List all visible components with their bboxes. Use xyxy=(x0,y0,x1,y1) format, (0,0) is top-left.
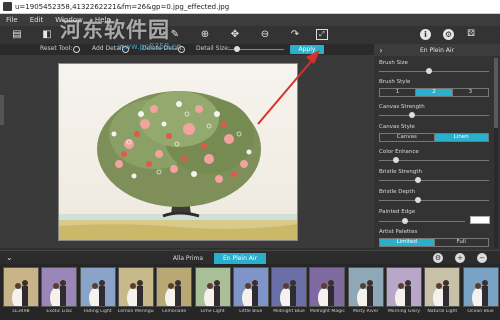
canvas-strength-knob[interactable] xyxy=(409,112,415,118)
canvas-style-option-linen[interactable]: Linen xyxy=(434,134,488,141)
preset-sample-image xyxy=(42,268,77,306)
preset-name: Fading Light xyxy=(83,309,112,314)
remove-preset-icon[interactable]: − xyxy=(477,253,487,263)
preset-name: Little Blue xyxy=(239,309,263,314)
preset-preview-image xyxy=(462,267,499,307)
painted-edge-label: Painted Edge xyxy=(379,209,416,215)
watermark-url: www.pc0359.cn xyxy=(118,42,182,51)
preset-preview-image xyxy=(194,267,231,307)
preset-preview-image xyxy=(117,267,154,307)
brush-style-selector: 1 2 3 xyxy=(379,88,489,97)
preset-sample-image xyxy=(272,268,307,306)
bristle-depth-label: Bristle Depth xyxy=(379,189,415,195)
tab-alla-prima[interactable]: Alla Prima xyxy=(168,253,208,264)
preset-sample-image xyxy=(348,268,383,306)
bristle-strength-slider[interactable] xyxy=(379,180,489,181)
preset-preview-image xyxy=(41,267,78,307)
canvas-strength-label: Canvas Strength xyxy=(379,104,425,110)
preset-settings-icon[interactable]: ⚙ xyxy=(433,253,443,263)
preset-thumbnail[interactable]: Ocean Blue xyxy=(462,267,500,319)
panel-collapse-icon[interactable]: › xyxy=(374,46,388,55)
painted-edge-slider[interactable] xyxy=(379,221,465,222)
preset-sample-image xyxy=(463,268,498,306)
canvas-style-option-canvas[interactable]: Canvas xyxy=(380,134,435,141)
preset-sample-image xyxy=(387,268,421,306)
preset-tabs-bar: ⌄ Alla Prima En Plein Air ⚙ + − xyxy=(0,250,500,264)
preset-sample-image xyxy=(4,268,38,306)
preset-preview-image xyxy=(156,267,193,307)
artist-palettes-label: Artist Palettes xyxy=(379,229,418,235)
panel-scroll-thumb[interactable] xyxy=(494,58,498,128)
panel-title: En Plein Air xyxy=(419,46,455,54)
brush-style-option-3[interactable]: 3 xyxy=(453,89,488,96)
panel-header: › En Plein Air xyxy=(374,44,500,56)
preset-sample-image xyxy=(195,268,230,306)
preset-sample-image xyxy=(233,268,268,306)
tab-en-plein-air[interactable]: En Plein Air xyxy=(214,253,266,264)
settings-panel: › En Plein Air Brush Size Brush Style 1 … xyxy=(374,44,500,250)
panel-scrollbar[interactable] xyxy=(494,58,498,248)
preset-name: Morning Glory xyxy=(387,309,421,314)
painted-edge-color-swatch[interactable] xyxy=(470,216,490,224)
preset-name: Lemon Meringue xyxy=(117,309,154,314)
brush-size-knob[interactable] xyxy=(425,68,432,74)
preset-thumbnail-strip: LE3498 Exotic Lilac Fading Light Lemon Meri… xyxy=(0,264,500,320)
artist-palettes-option-full[interactable]: Full xyxy=(435,239,489,246)
preset-preview-image xyxy=(271,267,308,307)
preset-preview-image xyxy=(232,267,269,307)
canvas-style-selector: Canvas Linen xyxy=(379,133,489,142)
brush-style-label: Brush Style xyxy=(379,79,411,85)
preset-sample-image xyxy=(157,268,192,306)
preset-name: Midnight Magic xyxy=(309,309,345,314)
brush-style-option-1[interactable]: 1 xyxy=(380,89,417,96)
bristle-depth-knob[interactable] xyxy=(414,197,421,203)
preset-preview-image xyxy=(386,267,422,307)
collapse-presets-icon[interactable]: ⌄ xyxy=(6,253,13,262)
bristle-strength-label: Bristle Strength xyxy=(379,169,423,175)
preset-name: Ocean Blue xyxy=(467,309,494,314)
painted-edge-knob[interactable] xyxy=(401,218,408,224)
preset-name: Misty River xyxy=(352,309,379,314)
add-preset-icon[interactable]: + xyxy=(455,253,465,263)
preset-name: Midnight Blue xyxy=(273,309,305,314)
preset-preview-image xyxy=(79,267,116,307)
artist-palettes-option-limited[interactable]: Limited xyxy=(380,239,435,246)
preset-sample-image xyxy=(310,268,345,306)
bristle-depth-slider[interactable] xyxy=(379,200,489,201)
preset-preview-image xyxy=(424,267,461,307)
preset-preview-image xyxy=(3,267,39,307)
canvas-style-label: Canvas Style xyxy=(379,124,415,130)
watermark-logo: 河东软件园 xyxy=(60,17,170,42)
preset-sample-image xyxy=(80,268,115,306)
brush-size-label: Brush Size xyxy=(379,60,408,66)
preset-name: Natural Light xyxy=(427,309,458,314)
preset-preview-image xyxy=(309,267,346,307)
preset-name: Lemonade xyxy=(162,309,187,314)
brush-style-option-2[interactable]: 2 xyxy=(416,89,453,96)
bristle-strength-knob[interactable] xyxy=(414,177,421,183)
artist-palettes-selector: Limited Full xyxy=(379,238,489,247)
color-enhance-knob[interactable] xyxy=(392,157,399,163)
app-window: u=1905452358,4132262221&fm=26&gp=0.jpg_e… xyxy=(0,0,500,320)
brush-size-slider[interactable] xyxy=(379,71,489,72)
preset-sample-image xyxy=(118,268,153,306)
preset-sample-image xyxy=(425,268,460,306)
canvas-strength-slider[interactable] xyxy=(379,115,489,116)
preset-name: LE3498 xyxy=(12,309,30,314)
preset-preview-image xyxy=(347,267,384,307)
preset-name: Lime Light xyxy=(200,309,225,314)
preset-name: Exotic Lilac xyxy=(46,309,73,314)
color-enhance-label: Color Enhance xyxy=(379,149,419,155)
